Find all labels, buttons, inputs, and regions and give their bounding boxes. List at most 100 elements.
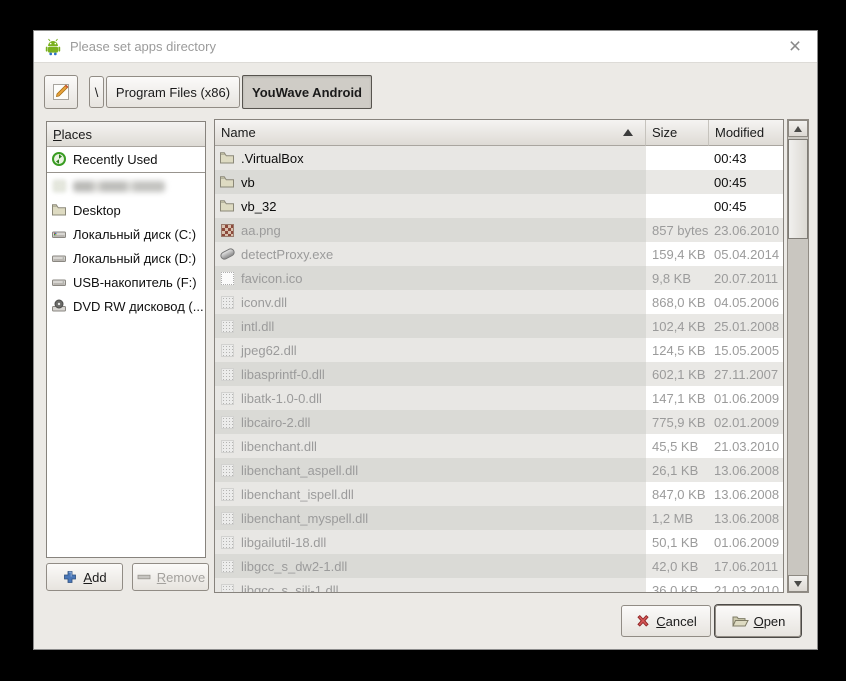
arrow-down-icon xyxy=(794,580,802,587)
file-modified-cell: 00:45 xyxy=(714,198,747,214)
file-modified-cell: 13.06.2008 xyxy=(714,510,780,526)
drive-icon xyxy=(51,250,67,266)
ico-file-icon xyxy=(219,270,235,286)
places-item-label: Локальный диск (D:) xyxy=(73,250,197,266)
open-folder-icon xyxy=(731,613,749,629)
file-name-cell: libenchant.dll xyxy=(215,434,646,458)
file-name-cell: favicon.ico xyxy=(215,266,646,290)
file-name: vb_32 xyxy=(241,198,277,214)
close-icon[interactable]: × xyxy=(781,33,809,61)
dll-file-icon xyxy=(219,438,235,454)
scrollbar-thumb[interactable] xyxy=(788,139,808,239)
table-row[interactable]: libenchant.dll 45,5 KB 21.03.2010 xyxy=(215,434,783,458)
places-separator xyxy=(47,172,205,173)
table-row[interactable]: libgailutil-18.dll 50,1 KB 01.06.2009 xyxy=(215,530,783,554)
places-item[interactable]: USB-накопитель (F:) xyxy=(47,270,205,294)
remove-bookmark-button[interactable]: Remove xyxy=(132,563,209,591)
column-header-modified[interactable]: Modified xyxy=(709,120,783,146)
table-row[interactable]: libgcc_s_sjlj-1.dll 36,0 KB 21.03.2010 xyxy=(215,578,783,592)
places-item[interactable] xyxy=(47,174,205,198)
places-panel: Places Recently Used Desktop Локальный дис… xyxy=(46,121,206,558)
file-modified-cell: 13.06.2008 xyxy=(714,486,780,502)
file-name: libenchant.dll xyxy=(241,438,317,454)
file-modified-cell: 20.07.2011 xyxy=(714,270,779,286)
column-header-size[interactable]: Size xyxy=(646,120,709,146)
vertical-scrollbar[interactable] xyxy=(787,119,809,593)
table-row[interactable]: libenchant_aspell.dll 26,1 KB 13.06.2008 xyxy=(215,458,783,482)
table-row[interactable]: libenchant_ispell.dll 847,0 KB 13.06.2008 xyxy=(215,482,783,506)
file-name: libasprintf-0.dll xyxy=(241,366,325,382)
file-modified-cell: 17.06.2011 xyxy=(714,558,779,574)
table-row[interactable]: libgcc_s_dw2-1.dll 42,0 KB 17.06.2011 xyxy=(215,554,783,578)
table-row[interactable]: jpeg62.dll 124,5 KB 15.05.2005 xyxy=(215,338,783,362)
file-size-cell xyxy=(646,194,709,218)
file-name-cell: iconv.dll xyxy=(215,290,646,314)
table-row[interactable]: aa.png 857 bytes 23.06.2010 xyxy=(215,218,783,242)
file-name: iconv.dll xyxy=(241,294,288,310)
file-size-cell: 775,9 KB xyxy=(652,414,706,430)
file-name: libenchant_ispell.dll xyxy=(241,486,354,502)
file-size-cell: 45,5 KB xyxy=(652,438,699,454)
places-item-label: DVD RW дисковод (... xyxy=(73,298,204,314)
scroll-up-button[interactable] xyxy=(788,120,808,137)
dialog-title: Please set apps directory xyxy=(70,39,216,54)
redacted-label xyxy=(73,180,165,192)
places-item[interactable]: Desktop xyxy=(47,198,205,222)
file-size-cell xyxy=(646,146,709,170)
table-row[interactable]: iconv.dll 868,0 KB 04.05.2006 xyxy=(215,290,783,314)
places-item[interactable]: Recently Used xyxy=(47,147,205,171)
path-crumb-program-files[interactable]: Program Files (x86) xyxy=(106,76,240,108)
dll-file-icon xyxy=(219,414,235,430)
table-row[interactable]: .VirtualBox 00:43 xyxy=(215,146,783,170)
scroll-down-button[interactable] xyxy=(788,575,808,592)
type-location-button[interactable] xyxy=(44,75,78,109)
file-name-cell: libgcc_s_sjlj-1.dll xyxy=(215,578,646,592)
file-name: favicon.ico xyxy=(241,270,303,286)
path-crumb-youwave-android[interactable]: YouWave Android xyxy=(242,75,372,109)
column-header-name[interactable]: Name xyxy=(215,120,646,146)
table-row[interactable]: favicon.ico 9,8 KB 20.07.2011 xyxy=(215,266,783,290)
folder-icon xyxy=(51,202,67,218)
file-list: Name Size Modified .VirtualBox 00:43 vb 00:… xyxy=(214,119,784,593)
places-header[interactable]: Places xyxy=(47,122,205,147)
file-modified-cell: 23.06.2010 xyxy=(714,222,780,238)
add-bookmark-button[interactable]: Add xyxy=(46,563,123,591)
table-row[interactable]: libatk-1.0-0.dll 147,1 KB 01.06.2009 xyxy=(215,386,783,410)
file-size-cell: 857 bytes xyxy=(652,222,709,238)
file-name: jpeg62.dll xyxy=(241,342,297,358)
file-modified-cell: 04.05.2006 xyxy=(714,294,780,310)
file-size-cell xyxy=(646,170,709,194)
file-modified-cell: 00:45 xyxy=(714,174,747,190)
drive-windows-icon xyxy=(51,226,67,242)
file-name: libgcc_s_sjlj-1.dll xyxy=(241,582,339,593)
table-row[interactable]: vb 00:45 xyxy=(215,170,783,194)
table-row[interactable]: libcairo-2.dll 775,9 KB 02.01.2009 xyxy=(215,410,783,434)
file-size-cell: 26,1 KB xyxy=(652,462,699,478)
table-row[interactable]: intl.dll 102,4 KB 25.01.2008 xyxy=(215,314,783,338)
table-row[interactable]: detectProxy.exe 159,4 KB 05.04.2014 xyxy=(215,242,783,266)
pencil-icon xyxy=(51,82,71,102)
file-name: .VirtualBox xyxy=(241,150,304,166)
cancel-button[interactable]: Cancel xyxy=(621,605,711,637)
file-size-cell: 50,1 KB xyxy=(652,534,699,550)
file-name: libgcc_s_dw2-1.dll xyxy=(241,558,348,574)
file-size-cell: 1,2 MB xyxy=(652,510,694,526)
file-name: intl.dll xyxy=(241,318,275,334)
minus-icon xyxy=(136,569,152,585)
file-rows: .VirtualBox 00:43 vb 00:45 vb_32 00:45 aa.png 8… xyxy=(215,146,783,592)
file-name: libatk-1.0-0.dll xyxy=(241,390,322,406)
table-row[interactable]: libasprintf-0.dll 602,1 KB 27.11.2007 xyxy=(215,362,783,386)
places-item-label: Recently Used xyxy=(73,151,158,167)
open-button[interactable]: Open xyxy=(715,605,801,637)
path-root-button[interactable]: \ xyxy=(89,76,104,108)
places-item[interactable]: Локальный диск (C:) xyxy=(47,222,205,246)
places-item-label: USB-накопитель (F:) xyxy=(73,274,197,290)
file-modified-cell: 00:43 xyxy=(714,150,747,166)
drive-icon xyxy=(51,274,67,290)
file-modified-cell: 01.06.2009 xyxy=(714,534,780,550)
file-name-cell: libatk-1.0-0.dll xyxy=(215,386,646,410)
places-item[interactable]: DVD RW дисковод (... xyxy=(47,294,205,318)
table-row[interactable]: libenchant_myspell.dll 1,2 MB 13.06.2008 xyxy=(215,506,783,530)
table-row[interactable]: vb_32 00:45 xyxy=(215,194,783,218)
places-item[interactable]: Локальный диск (D:) xyxy=(47,246,205,270)
